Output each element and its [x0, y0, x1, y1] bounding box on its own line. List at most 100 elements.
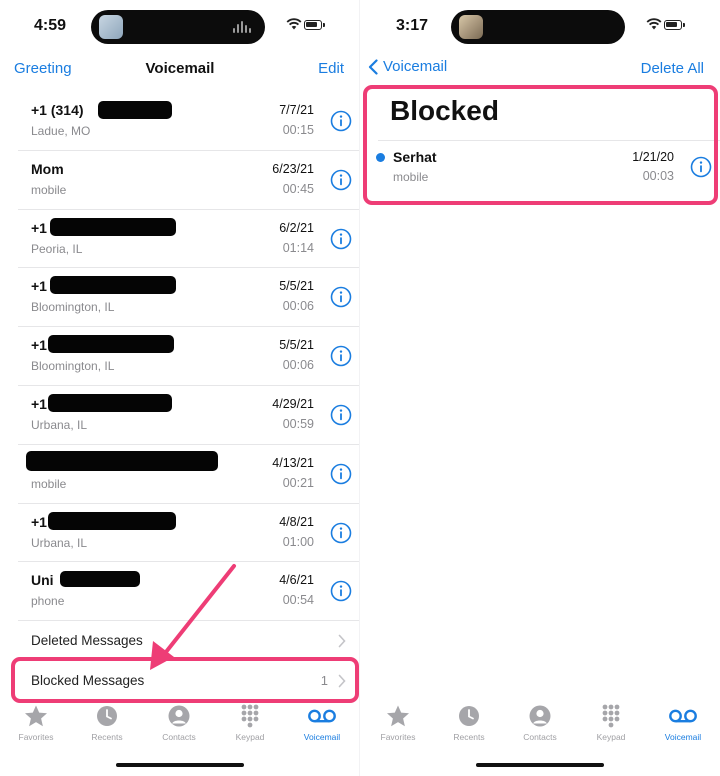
info-icon[interactable]: [330, 169, 352, 191]
info-icon[interactable]: [330, 580, 352, 602]
tab-label: Favorites: [380, 732, 416, 742]
voicemail-list: +1 (314) Ladue, MO 7/7/21 00:15 Mom mobi…: [0, 92, 360, 622]
info-icon[interactable]: [330, 404, 352, 426]
redaction-bar: [48, 511, 176, 530]
voicemail-date: 4/8/21: [279, 514, 314, 529]
tab-label: Voicemail: [664, 732, 702, 742]
info-icon[interactable]: [330, 286, 352, 308]
caller-detail: Urbana, IL: [31, 417, 88, 432]
voicemail-duration: 00:15: [282, 123, 314, 137]
voicemail-row[interactable]: mobile 4/13/21 00:21: [18, 445, 360, 504]
tab-label: Recents: [91, 732, 123, 742]
info-icon[interactable]: [330, 522, 352, 544]
person-icon: [529, 705, 551, 727]
tab-voicemail[interactable]: Voicemail: [647, 704, 719, 742]
caller-name: +1: [31, 278, 47, 295]
voicemail-duration: 00:06: [282, 358, 314, 373]
star-icon: [25, 705, 47, 727]
voicemail-duration: 00:06: [282, 299, 314, 314]
tab-label: Contacts: [523, 732, 557, 742]
caller-detail: Bloomington, IL: [31, 300, 115, 315]
keypad-icon: [602, 704, 620, 728]
tab-keypad[interactable]: Keypad: [575, 704, 647, 742]
audio-waveform-icon: [233, 21, 255, 33]
voicemail-row[interactable]: +1 Bloomington, IL 5/5/21 00:06: [18, 327, 360, 386]
page-title: Voicemail: [145, 60, 215, 77]
tab-bar: Favorites Recents Contacts Keypad Voicem…: [360, 700, 720, 752]
edit-button[interactable]: Edit: [318, 60, 344, 77]
tab-label: Contacts: [162, 732, 196, 742]
voicemail-date: 7/7/21: [279, 103, 314, 117]
voicemail-row[interactable]: +1 (314) Ladue, MO 7/7/21 00:15: [18, 92, 360, 151]
tab-keypad[interactable]: Keypad: [214, 704, 286, 742]
caller-name: Mom: [31, 160, 64, 177]
highlight-box: [11, 657, 359, 703]
deleted-messages-row[interactable]: Deleted Messages: [18, 621, 360, 661]
voicemail-row[interactable]: Mom mobile 6/23/21 00:45: [18, 151, 360, 210]
caller-detail: phone: [31, 594, 65, 609]
dynamic-island: [91, 10, 265, 44]
clock-icon: [97, 706, 117, 726]
info-icon[interactable]: [330, 228, 352, 250]
status-time: 4:59: [34, 17, 67, 34]
tab-contacts[interactable]: Contacts: [504, 704, 576, 742]
voicemail-row[interactable]: +1 Bloomington, IL 5/5/21 00:06: [18, 268, 360, 328]
voicemail-row[interactable]: +1 Urbana, IL 4/8/21 01:00: [18, 504, 360, 563]
back-button-label: Voicemail: [383, 58, 448, 75]
redaction-bar: [48, 335, 174, 354]
voicemail-duration: 00:45: [282, 181, 314, 196]
info-icon[interactable]: [330, 345, 352, 367]
keypad-icon: [241, 704, 259, 728]
battery-icon: [664, 20, 682, 30]
voicemail-date: 4/6/21: [279, 573, 314, 588]
caller-name: Uni: [31, 572, 54, 589]
caller-detail: mobile: [31, 182, 67, 197]
voicemail-icon: [669, 709, 697, 723]
wifi-icon: [646, 18, 662, 30]
tab-label: Favorites: [18, 732, 54, 742]
redaction-bar: [26, 450, 218, 471]
tab-recents[interactable]: Recents: [71, 704, 143, 742]
blocked-screen: 3:17 Voicemail Delete All Blocked Serhat…: [360, 0, 720, 776]
voicemail-date: 6/2/21: [279, 220, 314, 235]
caller-name: +1: [31, 395, 47, 412]
tab-favorites[interactable]: Favorites: [362, 704, 434, 742]
battery-tip: [323, 23, 325, 27]
voicemail-row[interactable]: +1 Peoria, IL 6/2/21 01:14: [18, 210, 360, 269]
caller-name: +1: [31, 337, 47, 354]
voicemail-row[interactable]: Uni phone 4/6/21 00:54: [18, 562, 360, 622]
redaction-bar: [50, 217, 176, 236]
now-playing-artwork-icon: [459, 15, 483, 39]
voicemail-row[interactable]: +1 Urbana, IL 4/29/21 00:59: [18, 386, 360, 445]
tab-label: Keypad: [596, 732, 626, 742]
highlight-box: [363, 85, 718, 205]
voicemail-date: 6/23/21: [272, 161, 314, 176]
chevron-right-icon: [338, 634, 346, 648]
tab-contacts[interactable]: Contacts: [143, 704, 215, 742]
redaction-bar: [60, 571, 140, 588]
tab-label: Voicemail: [303, 732, 341, 742]
redaction-bar: [98, 101, 172, 119]
battery-tip: [683, 23, 685, 27]
voicemail-date: 5/5/21: [279, 279, 314, 294]
status-time: 3:17: [396, 17, 429, 34]
tab-label: Keypad: [235, 732, 265, 742]
caller-name: +1 (314): [31, 102, 84, 118]
battery-icon: [304, 20, 322, 30]
info-icon[interactable]: [330, 463, 352, 485]
caller-detail: Urbana, IL: [31, 535, 88, 550]
voicemail-duration: 00:54: [282, 593, 314, 608]
info-icon[interactable]: [330, 110, 352, 132]
tab-favorites[interactable]: Favorites: [0, 704, 72, 742]
navigation-bar: Voicemail Delete All: [360, 52, 720, 88]
tab-recents[interactable]: Recents: [433, 704, 505, 742]
delete-all-button[interactable]: Delete All: [641, 60, 704, 77]
voicemail-duration: 00:21: [282, 475, 314, 490]
clock-icon: [459, 706, 479, 726]
back-button[interactable]: Voicemail: [368, 58, 447, 75]
home-indicator: [476, 763, 604, 767]
voicemail-duration: 01:00: [282, 534, 314, 549]
person-icon: [168, 705, 190, 727]
tab-bar: Favorites Recents Contacts Keypad Voicem…: [0, 700, 360, 752]
tab-voicemail[interactable]: Voicemail: [286, 704, 358, 742]
